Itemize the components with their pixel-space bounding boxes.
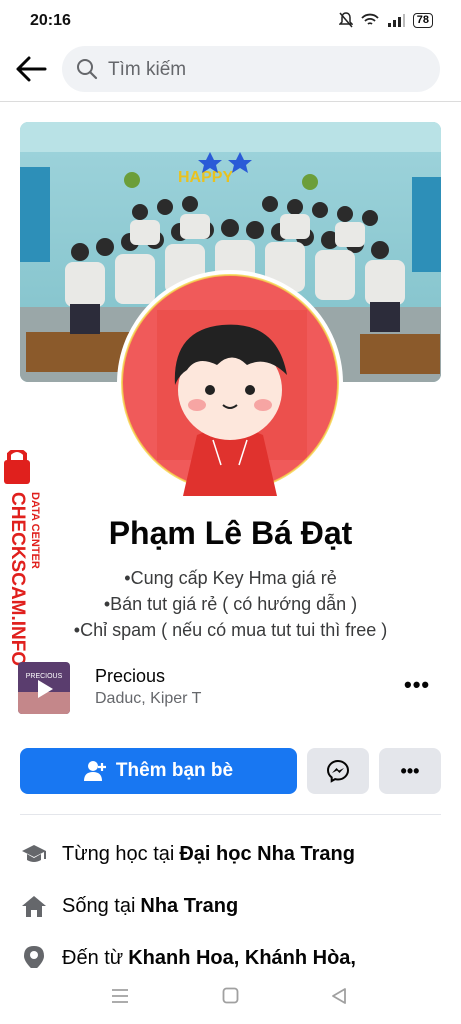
bio-line: •Chỉ spam ( nếu có mua tut tui thì free …	[73, 620, 388, 640]
album-art-text: PRECIOUS	[26, 673, 63, 680]
info-education: Từng học tại Đại học Nha Trang	[20, 836, 355, 872]
mute-icon	[338, 12, 353, 28]
search-input[interactable]: Tìm kiếm	[62, 46, 440, 92]
info-from-prefix: Đến từ	[62, 946, 124, 969]
status-bar: 20:16 78	[0, 0, 461, 40]
music-title[interactable]: Precious	[95, 666, 165, 687]
search-placeholder: Tìm kiếm	[108, 59, 187, 80]
profile-avatar[interactable]	[117, 270, 343, 496]
messenger-icon	[326, 759, 350, 783]
info-lives-in: Sống tại Nha Trang	[20, 888, 238, 924]
wifi-icon	[361, 13, 379, 25]
add-friend-label: Thêm bạn bè	[115, 760, 234, 781]
profile-name: Phạm Lê Bá Đạt	[108, 515, 353, 551]
status-time: 20:16	[30, 12, 71, 29]
info-from: Đến từ Khanh Hoa, Khánh Hòa,	[20, 940, 356, 968]
section-divider	[20, 814, 441, 815]
add-friend-icon	[83, 761, 106, 781]
back-arrow-icon[interactable]	[14, 54, 48, 84]
header-divider	[0, 101, 461, 102]
info-education-value[interactable]: Đại học Nha Trang	[179, 843, 355, 866]
bio-line: •Bán tut giá rẻ ( có hướng dẫn )	[103, 594, 358, 614]
avatar-image	[121, 274, 339, 496]
system-nav-bar	[0, 968, 461, 1024]
info-from-value[interactable]: Khanh Hoa, Khánh Hòa,	[128, 947, 356, 969]
education-icon	[20, 840, 48, 868]
location-icon	[20, 944, 48, 968]
message-button[interactable]	[307, 748, 369, 794]
bio-line: •Cung cấp Key Hma giá rẻ	[124, 568, 337, 588]
signal-icon	[387, 14, 405, 27]
search-icon	[77, 59, 98, 80]
home-icon	[20, 892, 48, 920]
home-nav-icon[interactable]	[222, 987, 239, 1004]
music-more-button[interactable]: •••	[404, 672, 430, 698]
info-education-prefix: Từng học tại	[62, 842, 175, 865]
cover-banner-text: HAPPY	[178, 169, 233, 186]
back-nav-icon[interactable]	[331, 987, 347, 1005]
battery-indicator: 78	[412, 12, 433, 28]
info-clip: Đến từ Khanh Hoa, Khánh Hòa,	[0, 938, 461, 968]
add-friend-button[interactable]: Thêm bạn bè	[20, 748, 297, 794]
recent-apps-icon[interactable]	[111, 988, 129, 1004]
info-lives-in-value[interactable]: Nha Trang	[140, 895, 238, 918]
music-album-art[interactable]: PRECIOUS	[18, 662, 70, 714]
more-options-button[interactable]: •••	[379, 748, 441, 794]
music-artist: Daduc, Kiper T	[95, 690, 202, 707]
info-lives-in-prefix: Sống tại	[62, 894, 136, 917]
status-icons: 78	[338, 12, 433, 28]
